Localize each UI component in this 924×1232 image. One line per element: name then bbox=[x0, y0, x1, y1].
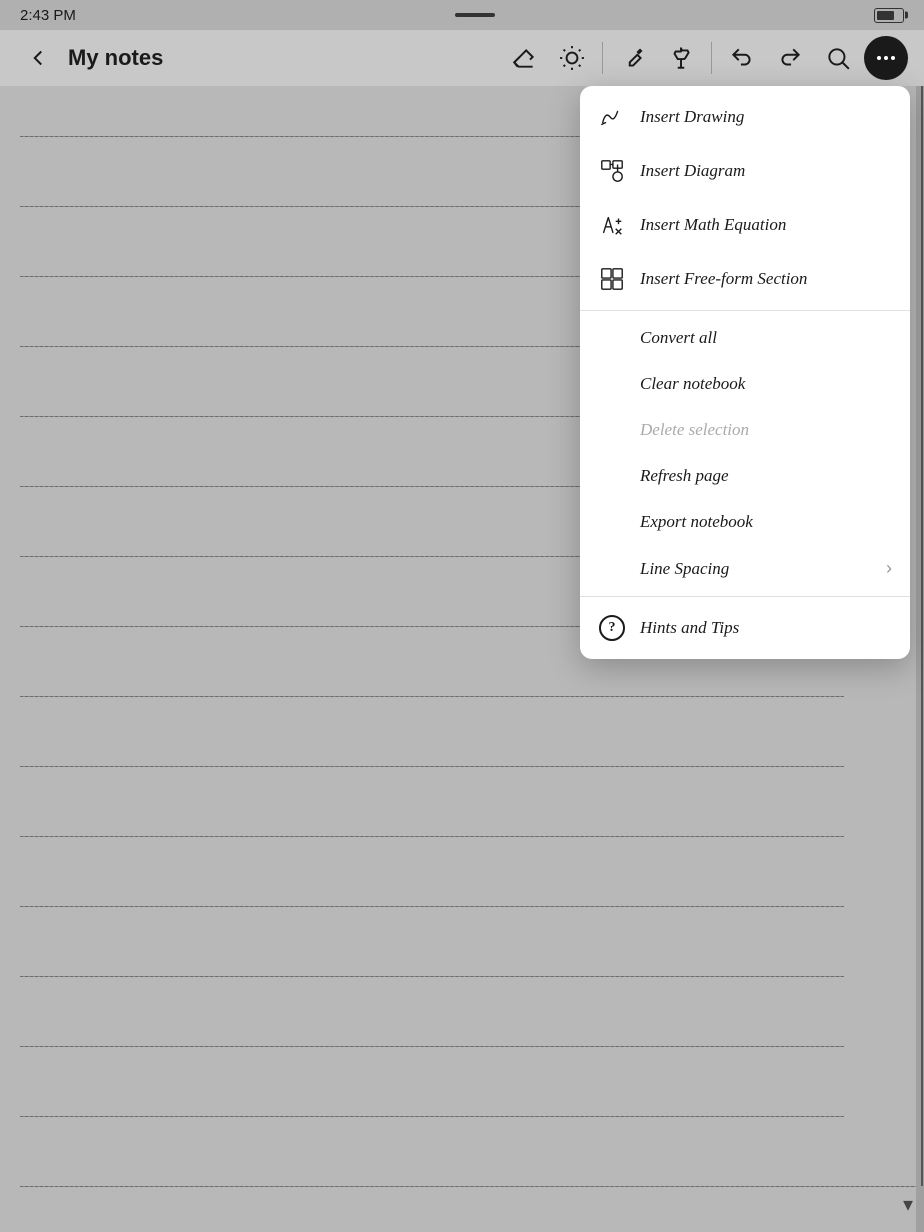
menu-item-clear-notebook[interactable]: Clear notebook bbox=[580, 361, 910, 407]
math-icon bbox=[598, 211, 626, 239]
undo-icon bbox=[729, 45, 755, 71]
notebook-line bbox=[20, 766, 844, 767]
scrollbar[interactable] bbox=[916, 86, 924, 1232]
menu-item-hints-tips[interactable]: ? Hints and Tips bbox=[580, 601, 910, 655]
drawing-icon bbox=[598, 103, 626, 131]
chevron-right-icon: › bbox=[886, 558, 892, 579]
battery-icon bbox=[874, 8, 904, 23]
eraser-button[interactable] bbox=[502, 36, 546, 80]
undo-button[interactable] bbox=[720, 36, 764, 80]
toolbar-right bbox=[502, 36, 908, 80]
highlighter-button[interactable] bbox=[659, 36, 703, 80]
context-menu: Insert Drawing Insert Diagram bbox=[580, 86, 910, 659]
menu-section-insert: Insert Drawing Insert Diagram bbox=[580, 86, 910, 311]
back-arrow-icon bbox=[25, 45, 51, 71]
back-button[interactable] bbox=[16, 36, 60, 80]
menu-item-convert-all[interactable]: Convert all bbox=[580, 315, 910, 361]
question-icon: ? bbox=[598, 614, 626, 642]
menu-item-insert-freeform[interactable]: Insert Free-form Section bbox=[580, 252, 910, 306]
refresh-page-label: Refresh page bbox=[640, 466, 729, 486]
notebook-line bbox=[20, 1186, 924, 1187]
clear-notebook-label: Clear notebook bbox=[640, 374, 745, 394]
menu-section-hints: ? Hints and Tips bbox=[580, 597, 910, 659]
search-icon bbox=[825, 45, 851, 71]
notebook-line bbox=[20, 696, 844, 697]
insert-drawing-label: Insert Drawing bbox=[640, 107, 744, 127]
scrollbar-thumb bbox=[921, 86, 923, 1186]
more-dot-3 bbox=[891, 56, 895, 60]
notebook-line bbox=[20, 976, 844, 977]
redo-icon bbox=[777, 45, 803, 71]
toolbar-left: My notes bbox=[16, 36, 494, 80]
hints-tips-label: Hints and Tips bbox=[640, 618, 739, 638]
notebook-line bbox=[20, 1116, 844, 1117]
status-time: 2:43 PM bbox=[20, 7, 76, 24]
menu-item-delete-selection[interactable]: Delete selection bbox=[580, 407, 910, 453]
more-dot-1 bbox=[877, 56, 881, 60]
insert-freeform-label: Insert Free-form Section bbox=[640, 269, 807, 289]
delete-selection-label: Delete selection bbox=[640, 420, 749, 440]
diagram-icon bbox=[598, 157, 626, 185]
convert-all-label: Convert all bbox=[640, 328, 717, 348]
pen-icon bbox=[620, 45, 646, 71]
chevron-down-icon: ▾ bbox=[903, 1192, 913, 1217]
menu-item-line-spacing[interactable]: Line Spacing › bbox=[580, 545, 910, 592]
more-options-button[interactable] bbox=[864, 36, 908, 80]
brightness-icon bbox=[559, 45, 585, 71]
menu-item-insert-drawing[interactable]: Insert Drawing bbox=[580, 90, 910, 144]
status-notch bbox=[455, 13, 495, 17]
menu-item-refresh-page[interactable]: Refresh page bbox=[580, 453, 910, 499]
line-spacing-label: Line Spacing bbox=[640, 559, 729, 579]
export-notebook-label: Export notebook bbox=[640, 512, 753, 532]
status-bar: 2:43 PM bbox=[0, 0, 924, 30]
eraser-icon bbox=[511, 45, 537, 71]
search-button[interactable] bbox=[816, 36, 860, 80]
page-title: My notes bbox=[68, 45, 163, 71]
redo-button[interactable] bbox=[768, 36, 812, 80]
insert-math-label: Insert Math Equation bbox=[640, 215, 786, 235]
menu-item-insert-math[interactable]: Insert Math Equation bbox=[580, 198, 910, 252]
notebook-line bbox=[20, 906, 844, 907]
more-dot-2 bbox=[884, 56, 888, 60]
toolbar: My notes bbox=[0, 30, 924, 86]
highlighter-icon bbox=[668, 45, 694, 71]
menu-section-actions: Convert all Clear notebook Delete select… bbox=[580, 311, 910, 597]
battery-indicator bbox=[874, 8, 904, 23]
notebook-line bbox=[20, 836, 844, 837]
freeform-icon bbox=[598, 265, 626, 293]
toolbar-divider bbox=[602, 42, 603, 74]
toolbar-divider-2 bbox=[711, 42, 712, 74]
pen-button[interactable] bbox=[611, 36, 655, 80]
menu-item-insert-diagram[interactable]: Insert Diagram bbox=[580, 144, 910, 198]
notebook-line bbox=[20, 1046, 844, 1047]
battery-fill bbox=[877, 11, 894, 20]
insert-diagram-label: Insert Diagram bbox=[640, 161, 745, 181]
menu-item-export-notebook[interactable]: Export notebook bbox=[580, 499, 910, 545]
brightness-button[interactable] bbox=[550, 36, 594, 80]
scroll-down-arrow[interactable]: ▾ bbox=[896, 1192, 920, 1216]
